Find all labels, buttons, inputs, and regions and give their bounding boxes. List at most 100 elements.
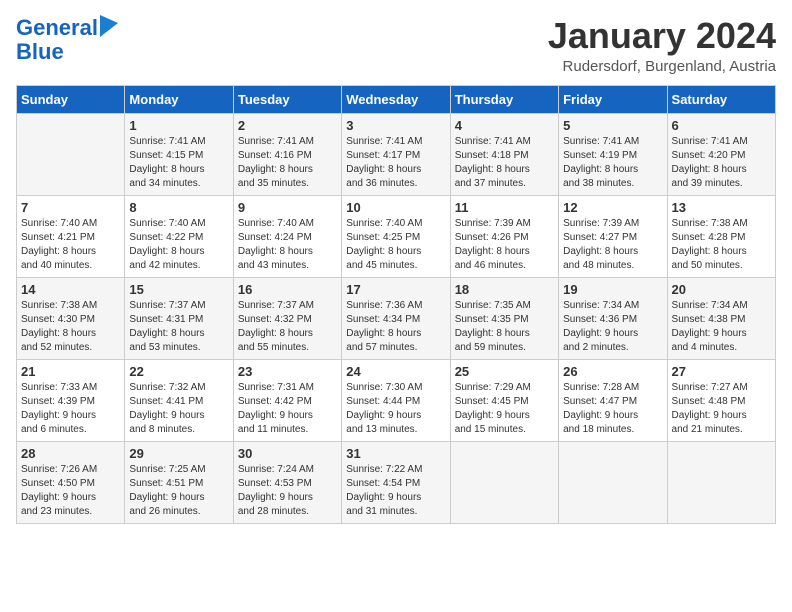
day-number: 28 — [21, 446, 120, 461]
cell-content: Sunrise: 7:40 AMSunset: 4:21 PMDaylight:… — [21, 217, 120, 273]
calendar-cell: 18 Sunrise: 7:35 AMSunset: 4:35 PMDaylig… — [450, 277, 558, 359]
day-number: 24 — [346, 364, 445, 379]
day-number: 20 — [672, 282, 771, 297]
day-number: 9 — [238, 200, 337, 215]
day-number: 4 — [455, 118, 554, 133]
cell-content: Sunrise: 7:41 AMSunset: 4:18 PMDaylight:… — [455, 135, 554, 191]
cell-content: Sunrise: 7:34 AMSunset: 4:36 PMDaylight:… — [563, 299, 662, 355]
calendar-cell: 5 Sunrise: 7:41 AMSunset: 4:19 PMDayligh… — [559, 113, 667, 195]
day-number: 21 — [21, 364, 120, 379]
cell-content: Sunrise: 7:41 AMSunset: 4:15 PMDaylight:… — [129, 135, 228, 191]
logo-text: General — [16, 16, 98, 40]
day-number: 1 — [129, 118, 228, 133]
cell-content: Sunrise: 7:27 AMSunset: 4:48 PMDaylight:… — [672, 381, 771, 437]
cell-content: Sunrise: 7:35 AMSunset: 4:35 PMDaylight:… — [455, 299, 554, 355]
weekday-header-wednesday: Wednesday — [342, 85, 450, 113]
cell-content: Sunrise: 7:39 AMSunset: 4:26 PMDaylight:… — [455, 217, 554, 273]
cell-content: Sunrise: 7:37 AMSunset: 4:32 PMDaylight:… — [238, 299, 337, 355]
day-number: 8 — [129, 200, 228, 215]
calendar-cell: 15 Sunrise: 7:37 AMSunset: 4:31 PMDaylig… — [125, 277, 233, 359]
cell-content: Sunrise: 7:40 AMSunset: 4:22 PMDaylight:… — [129, 217, 228, 273]
calendar-cell: 25 Sunrise: 7:29 AMSunset: 4:45 PMDaylig… — [450, 359, 558, 441]
calendar-cell: 13 Sunrise: 7:38 AMSunset: 4:28 PMDaylig… — [667, 195, 775, 277]
day-number: 26 — [563, 364, 662, 379]
calendar-cell: 20 Sunrise: 7:34 AMSunset: 4:38 PMDaylig… — [667, 277, 775, 359]
calendar-week-4: 21 Sunrise: 7:33 AMSunset: 4:39 PMDaylig… — [17, 359, 776, 441]
calendar-cell: 17 Sunrise: 7:36 AMSunset: 4:34 PMDaylig… — [342, 277, 450, 359]
calendar-cell: 10 Sunrise: 7:40 AMSunset: 4:25 PMDaylig… — [342, 195, 450, 277]
weekday-header-friday: Friday — [559, 85, 667, 113]
calendar-week-1: 1 Sunrise: 7:41 AMSunset: 4:15 PMDayligh… — [17, 113, 776, 195]
calendar-cell: 28 Sunrise: 7:26 AMSunset: 4:50 PMDaylig… — [17, 441, 125, 523]
calendar-table: SundayMondayTuesdayWednesdayThursdayFrid… — [16, 85, 776, 524]
day-number: 25 — [455, 364, 554, 379]
day-number: 13 — [672, 200, 771, 215]
day-number: 16 — [238, 282, 337, 297]
cell-content: Sunrise: 7:38 AMSunset: 4:30 PMDaylight:… — [21, 299, 120, 355]
day-number: 18 — [455, 282, 554, 297]
weekday-header-sunday: Sunday — [17, 85, 125, 113]
month-year-title: January 2024 — [548, 16, 776, 56]
cell-content: Sunrise: 7:30 AMSunset: 4:44 PMDaylight:… — [346, 381, 445, 437]
day-number: 22 — [129, 364, 228, 379]
day-number: 23 — [238, 364, 337, 379]
calendar-cell: 11 Sunrise: 7:39 AMSunset: 4:26 PMDaylig… — [450, 195, 558, 277]
calendar-cell: 22 Sunrise: 7:32 AMSunset: 4:41 PMDaylig… — [125, 359, 233, 441]
location-subtitle: Rudersdorf, Burgenland, Austria — [548, 58, 776, 75]
cell-content: Sunrise: 7:22 AMSunset: 4:54 PMDaylight:… — [346, 463, 445, 519]
day-number: 3 — [346, 118, 445, 133]
cell-content: Sunrise: 7:41 AMSunset: 4:17 PMDaylight:… — [346, 135, 445, 191]
calendar-cell — [559, 441, 667, 523]
calendar-cell: 24 Sunrise: 7:30 AMSunset: 4:44 PMDaylig… — [342, 359, 450, 441]
calendar-cell: 16 Sunrise: 7:37 AMSunset: 4:32 PMDaylig… — [233, 277, 341, 359]
cell-content: Sunrise: 7:24 AMSunset: 4:53 PMDaylight:… — [238, 463, 337, 519]
calendar-cell: 12 Sunrise: 7:39 AMSunset: 4:27 PMDaylig… — [559, 195, 667, 277]
day-number: 6 — [672, 118, 771, 133]
calendar-cell: 8 Sunrise: 7:40 AMSunset: 4:22 PMDayligh… — [125, 195, 233, 277]
calendar-week-3: 14 Sunrise: 7:38 AMSunset: 4:30 PMDaylig… — [17, 277, 776, 359]
day-number: 29 — [129, 446, 228, 461]
cell-content: Sunrise: 7:33 AMSunset: 4:39 PMDaylight:… — [21, 381, 120, 437]
cell-content: Sunrise: 7:28 AMSunset: 4:47 PMDaylight:… — [563, 381, 662, 437]
calendar-week-2: 7 Sunrise: 7:40 AMSunset: 4:21 PMDayligh… — [17, 195, 776, 277]
calendar-cell: 2 Sunrise: 7:41 AMSunset: 4:16 PMDayligh… — [233, 113, 341, 195]
calendar-cell: 23 Sunrise: 7:31 AMSunset: 4:42 PMDaylig… — [233, 359, 341, 441]
cell-content: Sunrise: 7:41 AMSunset: 4:20 PMDaylight:… — [672, 135, 771, 191]
calendar-cell: 21 Sunrise: 7:33 AMSunset: 4:39 PMDaylig… — [17, 359, 125, 441]
logo-text-blue: Blue — [16, 40, 118, 64]
day-number: 31 — [346, 446, 445, 461]
calendar-cell: 4 Sunrise: 7:41 AMSunset: 4:18 PMDayligh… — [450, 113, 558, 195]
cell-content: Sunrise: 7:25 AMSunset: 4:51 PMDaylight:… — [129, 463, 228, 519]
cell-content: Sunrise: 7:31 AMSunset: 4:42 PMDaylight:… — [238, 381, 337, 437]
calendar-cell: 7 Sunrise: 7:40 AMSunset: 4:21 PMDayligh… — [17, 195, 125, 277]
calendar-cell: 9 Sunrise: 7:40 AMSunset: 4:24 PMDayligh… — [233, 195, 341, 277]
calendar-cell: 29 Sunrise: 7:25 AMSunset: 4:51 PMDaylig… — [125, 441, 233, 523]
calendar-cell: 26 Sunrise: 7:28 AMSunset: 4:47 PMDaylig… — [559, 359, 667, 441]
cell-content: Sunrise: 7:36 AMSunset: 4:34 PMDaylight:… — [346, 299, 445, 355]
calendar-cell: 27 Sunrise: 7:27 AMSunset: 4:48 PMDaylig… — [667, 359, 775, 441]
day-number: 11 — [455, 200, 554, 215]
calendar-week-5: 28 Sunrise: 7:26 AMSunset: 4:50 PMDaylig… — [17, 441, 776, 523]
weekday-header-tuesday: Tuesday — [233, 85, 341, 113]
cell-content: Sunrise: 7:34 AMSunset: 4:38 PMDaylight:… — [672, 299, 771, 355]
calendar-cell — [667, 441, 775, 523]
day-number: 7 — [21, 200, 120, 215]
calendar-cell: 30 Sunrise: 7:24 AMSunset: 4:53 PMDaylig… — [233, 441, 341, 523]
cell-content: Sunrise: 7:40 AMSunset: 4:25 PMDaylight:… — [346, 217, 445, 273]
calendar-cell — [450, 441, 558, 523]
day-number: 27 — [672, 364, 771, 379]
weekday-header-monday: Monday — [125, 85, 233, 113]
title-section: January 2024 Rudersdorf, Burgenland, Aus… — [548, 16, 776, 75]
day-number: 2 — [238, 118, 337, 133]
weekday-header-saturday: Saturday — [667, 85, 775, 113]
day-number: 14 — [21, 282, 120, 297]
weekday-header-thursday: Thursday — [450, 85, 558, 113]
logo: General Blue — [16, 16, 118, 64]
calendar-cell: 1 Sunrise: 7:41 AMSunset: 4:15 PMDayligh… — [125, 113, 233, 195]
day-number: 19 — [563, 282, 662, 297]
page-header: General Blue January 2024 Rudersdorf, Bu… — [16, 16, 776, 75]
cell-content: Sunrise: 7:39 AMSunset: 4:27 PMDaylight:… — [563, 217, 662, 273]
day-number: 5 — [563, 118, 662, 133]
calendar-cell: 3 Sunrise: 7:41 AMSunset: 4:17 PMDayligh… — [342, 113, 450, 195]
day-number: 10 — [346, 200, 445, 215]
